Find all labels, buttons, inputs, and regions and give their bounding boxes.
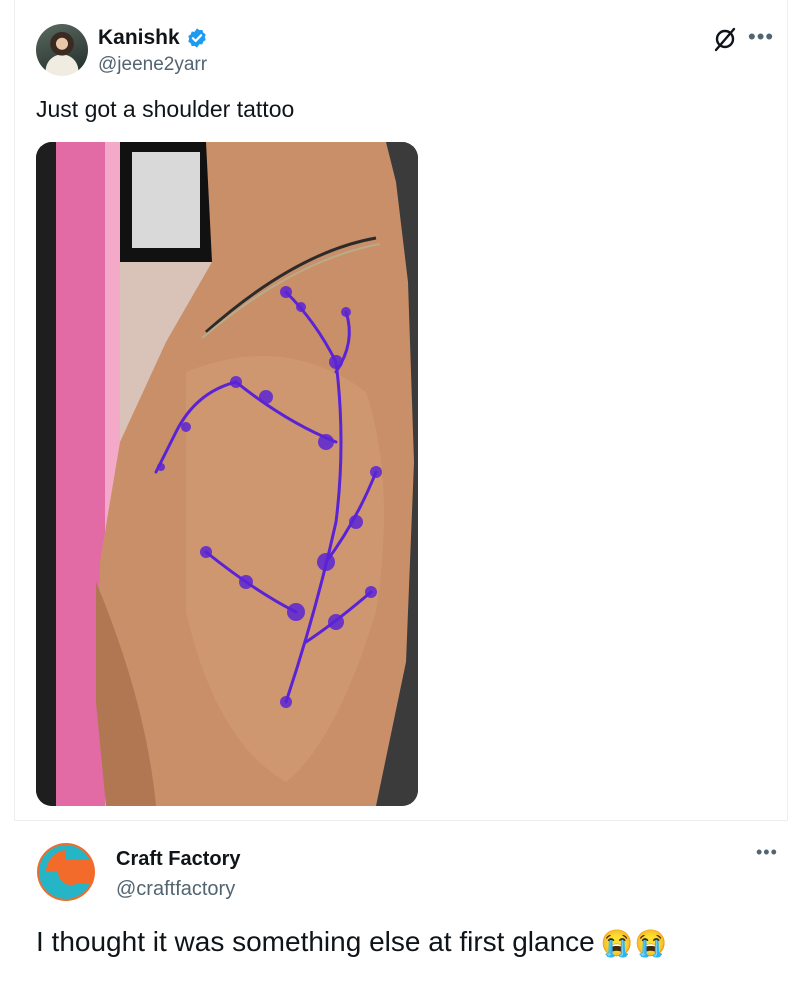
reply-more-options-button[interactable]: ••• — [756, 842, 778, 863]
author-handle[interactable]: @jeene2yarr — [98, 54, 207, 76]
tattoo-photo-illustration — [36, 142, 418, 806]
tweet-photo[interactable] — [36, 142, 418, 806]
crying-face-emoji: 😭 — [634, 928, 668, 958]
author-name-row[interactable]: Kanishk — [98, 26, 208, 50]
tweet-text: Just got a shoulder tattoo — [36, 96, 295, 122]
reply-text-row: I thought it was something else at first… — [36, 926, 668, 958]
grok-icon[interactable] — [712, 26, 738, 52]
verified-badge-icon — [187, 28, 206, 48]
author-name[interactable]: Kanishk — [98, 26, 180, 50]
reply-text: I thought it was something else at first… — [36, 926, 595, 957]
crying-face-emoji: 😭 — [600, 928, 634, 958]
more-options-button[interactable]: ••• — [748, 24, 774, 50]
reply-author-name[interactable]: Craft Factory — [116, 848, 240, 871]
reply-author-handle[interactable]: @craftfactory — [116, 878, 235, 901]
craft-factory-logo-icon[interactable] — [36, 842, 96, 902]
author-avatar[interactable] — [36, 24, 88, 76]
